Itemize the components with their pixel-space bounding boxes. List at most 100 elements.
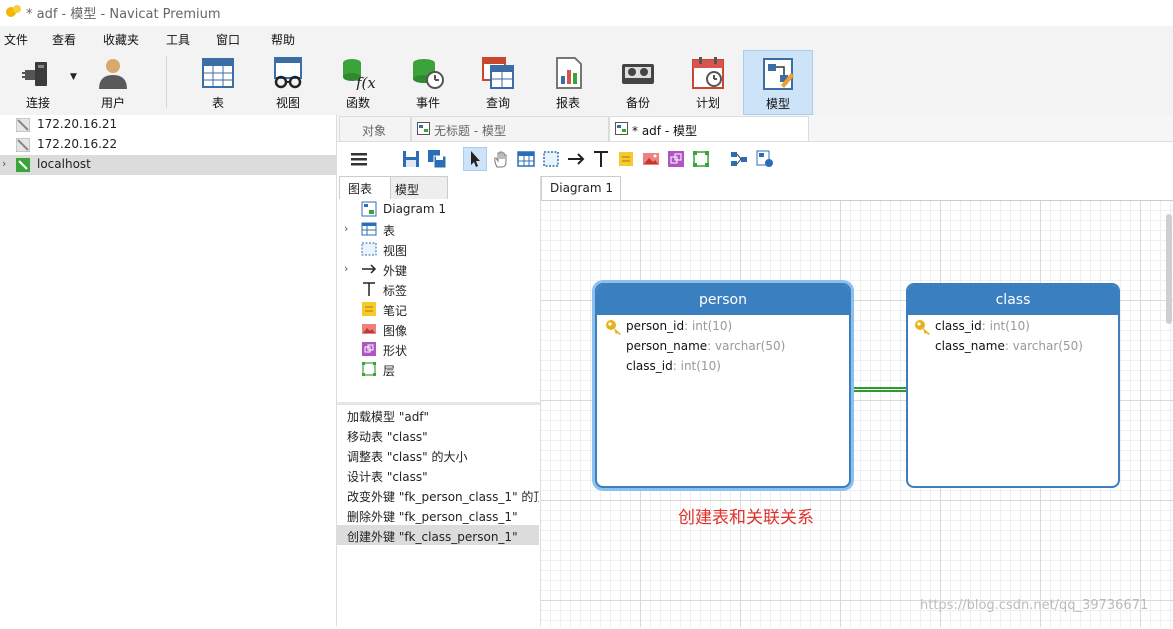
chevron-down-icon[interactable]: ▼: [70, 72, 77, 82]
menu-window[interactable]: 窗口: [216, 31, 240, 48]
tab-untitled-model[interactable]: 无标题 - 模型: [411, 116, 609, 141]
report-button[interactable]: 报表: [534, 50, 602, 113]
field-name: class_id: [935, 319, 982, 333]
history-item[interactable]: 设计表 "class": [337, 465, 539, 485]
history-item[interactable]: 改变外键 "fk_person_class_1" 的顶: [337, 485, 539, 505]
chevron-right-icon[interactable]: ›: [2, 157, 6, 170]
entity-field[interactable]: class_id: int(10): [597, 357, 849, 377]
tab-diagram[interactable]: 图表: [339, 176, 391, 199]
history-label: 设计表 "class": [347, 470, 428, 484]
function-button[interactable]: f(x) 函数: [324, 50, 392, 113]
image-icon: [362, 324, 376, 334]
connection-item[interactable]: 172.20.16.22: [0, 135, 336, 155]
tab-model[interactable]: 模型: [390, 176, 448, 199]
palette-item-layers[interactable]: 层: [337, 359, 537, 379]
save-icon[interactable]: [401, 149, 421, 169]
entity-person[interactable]: person person_id: int(10) person_name: v…: [595, 283, 851, 488]
history-label: 加载模型 "adf": [347, 410, 430, 424]
tab-label: Diagram 1: [550, 181, 613, 195]
shape-tool-icon[interactable]: [666, 149, 686, 169]
connection-icon: [16, 118, 30, 132]
chevron-right-icon[interactable]: ›: [344, 262, 348, 275]
palette-item-views[interactable]: 视图: [337, 239, 537, 259]
function-label: 函数: [345, 96, 370, 110]
palette-item-images[interactable]: 图像: [337, 319, 537, 339]
table-label: 表: [211, 96, 224, 110]
entity-field[interactable]: class_id: int(10): [908, 317, 1118, 337]
view-icon: [274, 57, 302, 89]
table-tool-icon[interactable]: [516, 149, 536, 169]
menu-favorites[interactable]: 收藏夹: [103, 31, 139, 48]
backup-button[interactable]: 备份: [604, 50, 672, 113]
tab-objects[interactable]: 对象: [339, 116, 411, 141]
palette-label: 标签: [383, 284, 408, 298]
connection-open-icon: [16, 158, 30, 172]
auto-layout-icon[interactable]: [729, 149, 749, 169]
layer-tool-icon[interactable]: [691, 149, 711, 169]
history-item[interactable]: 加载模型 "adf": [337, 405, 539, 425]
palette-item-shapes[interactable]: 形状: [337, 339, 537, 359]
event-button[interactable]: 事件: [394, 50, 462, 113]
user-label: 用户: [100, 96, 125, 110]
palette-label: 外键: [383, 264, 408, 278]
history-item-selected[interactable]: 创建外键 "fk_class_person_1": [337, 525, 539, 545]
entity-field[interactable]: person_id: int(10): [597, 317, 849, 337]
hamburger-menu-icon[interactable]: [349, 149, 369, 169]
connect-button[interactable]: ▼ 连接: [4, 50, 77, 113]
document-tabs: 对象 无标题 - 模型 * adf - 模型: [337, 115, 1173, 142]
relationship-line[interactable]: [850, 385, 908, 395]
chevron-right-icon[interactable]: ›: [344, 222, 348, 235]
palette-label: 笔记: [383, 304, 408, 318]
history-item[interactable]: 调整表 "class" 的大小: [337, 445, 539, 465]
palette-item-tables[interactable]: › 表: [337, 219, 537, 239]
schedule-button[interactable]: 计划: [674, 50, 742, 113]
object-palette: 图表 模型 Diagram 1 › 表 视图 › 外键 标签 笔记 图像 形状 …: [337, 176, 541, 626]
image-tool-icon[interactable]: [641, 149, 661, 169]
foreign-key-tool-icon[interactable]: [566, 149, 586, 169]
user-button[interactable]: 用户: [79, 50, 147, 113]
view-button[interactable]: 视图: [254, 50, 322, 113]
palette-item-labels[interactable]: 标签: [337, 279, 537, 299]
note-tool-icon[interactable]: [616, 149, 636, 169]
entity-class[interactable]: class class_id: int(10) class_name: varc…: [906, 283, 1120, 488]
note-icon: [362, 302, 376, 316]
history-item[interactable]: 移动表 "class": [337, 425, 539, 445]
table-button[interactable]: 表: [184, 50, 252, 113]
tab-label: * adf - 模型: [632, 124, 697, 138]
view-tool-icon[interactable]: [541, 149, 561, 169]
hand-tool-icon[interactable]: [491, 149, 511, 169]
connection-label: 172.20.16.22: [37, 137, 118, 151]
menu-tools[interactable]: 工具: [166, 31, 190, 48]
pointer-tool-icon[interactable]: [463, 147, 487, 171]
entity-title: class: [908, 285, 1118, 315]
palette-item-foreign-keys[interactable]: › 外键: [337, 259, 537, 279]
connection-item-localhost[interactable]: › localhost: [0, 155, 336, 175]
tab-adf-model[interactable]: * adf - 模型: [609, 116, 809, 141]
table-icon: [202, 58, 234, 88]
palette-item-notes[interactable]: 笔记: [337, 299, 537, 319]
save-as-icon[interactable]: [427, 149, 447, 169]
palette-item-diagram[interactable]: Diagram 1: [337, 199, 537, 219]
connection-item[interactable]: 172.20.16.21: [0, 115, 336, 135]
query-button[interactable]: 查询: [464, 50, 532, 113]
function-icon: f(x): [343, 59, 375, 90]
history-label: 调整表 "class" 的大小: [347, 450, 468, 464]
label-tool-icon[interactable]: [591, 149, 611, 169]
backup-label: 备份: [625, 96, 650, 110]
diagram-settings-icon[interactable]: [755, 149, 775, 169]
history-list: 加载模型 "adf" 移动表 "class" 调整表 "class" 的大小 设…: [337, 402, 540, 629]
vertical-scrollbar[interactable]: [1166, 214, 1172, 324]
field-name: class_name: [935, 339, 1005, 353]
tab-label: 对象: [362, 124, 387, 138]
model-button[interactable]: 模型: [743, 50, 813, 115]
menu-help[interactable]: 帮助: [271, 31, 295, 48]
entity-field[interactable]: person_name: varchar(50): [597, 337, 849, 357]
history-item[interactable]: 删除外键 "fk_person_class_1": [337, 505, 539, 525]
watermark-text: https://blog.csdn.net/qq_39736671: [920, 598, 1149, 613]
entity-field[interactable]: class_name: varchar(50): [908, 337, 1118, 357]
history-label: 删除外键 "fk_person_class_1": [347, 510, 518, 524]
menu-file[interactable]: 文件: [4, 31, 28, 48]
tab-diagram-1[interactable]: Diagram 1: [541, 176, 621, 201]
menu-view[interactable]: 查看: [52, 31, 76, 48]
schedule-icon: [692, 57, 724, 89]
